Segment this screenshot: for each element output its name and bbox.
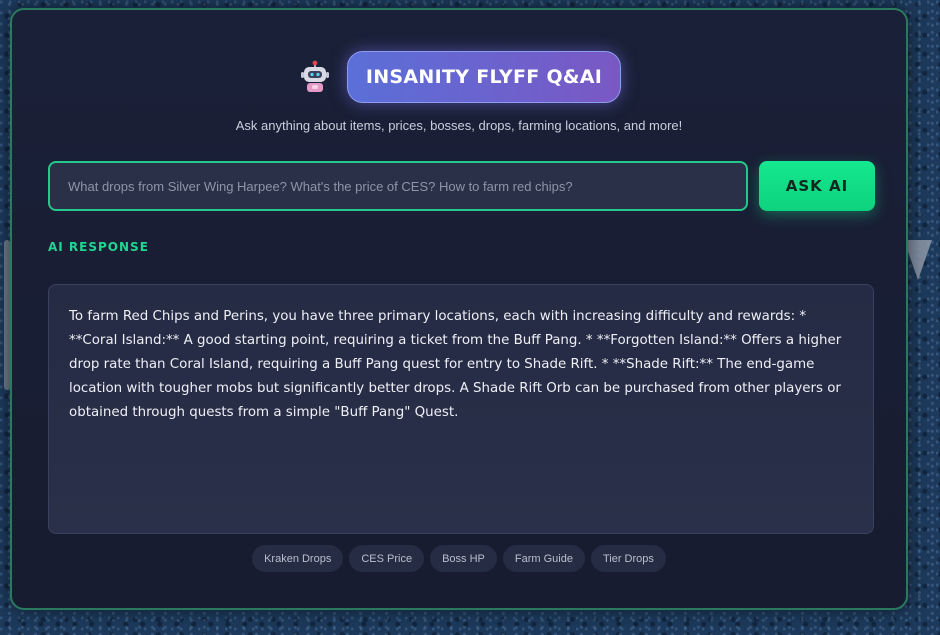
subtitle: Ask anything about items, prices, bosses… — [235, 118, 683, 133]
chip-ces-price[interactable]: CES Price — [349, 545, 425, 572]
chip-boss-hp[interactable]: Boss HP — [430, 545, 497, 572]
qa-panel: INSANITY FLYFF Q&AI Ask anything about i… — [10, 8, 908, 610]
response-label: AI RESPONSE — [48, 240, 149, 254]
question-input[interactable] — [48, 161, 748, 211]
chip-tier-drops[interactable]: Tier Drops — [590, 545, 666, 572]
header: INSANITY FLYFF Q&AI — [12, 50, 906, 104]
robot-icon — [297, 59, 333, 95]
app-title: INSANITY FLYFF Q&AI — [346, 51, 622, 103]
background-decoration — [904, 240, 932, 280]
chip-kraken-drops[interactable]: Kraken Drops — [252, 545, 344, 572]
ask-ai-button[interactable]: ASK AI — [759, 161, 875, 211]
search-row: ASK AI — [48, 161, 875, 211]
chip-farm-guide[interactable]: Farm Guide — [502, 545, 585, 572]
response-text: To farm Red Chips and Perins, you have t… — [48, 284, 874, 534]
quick-question-chips: Kraken Drops CES Price Boss HP Farm Guid… — [12, 545, 906, 572]
